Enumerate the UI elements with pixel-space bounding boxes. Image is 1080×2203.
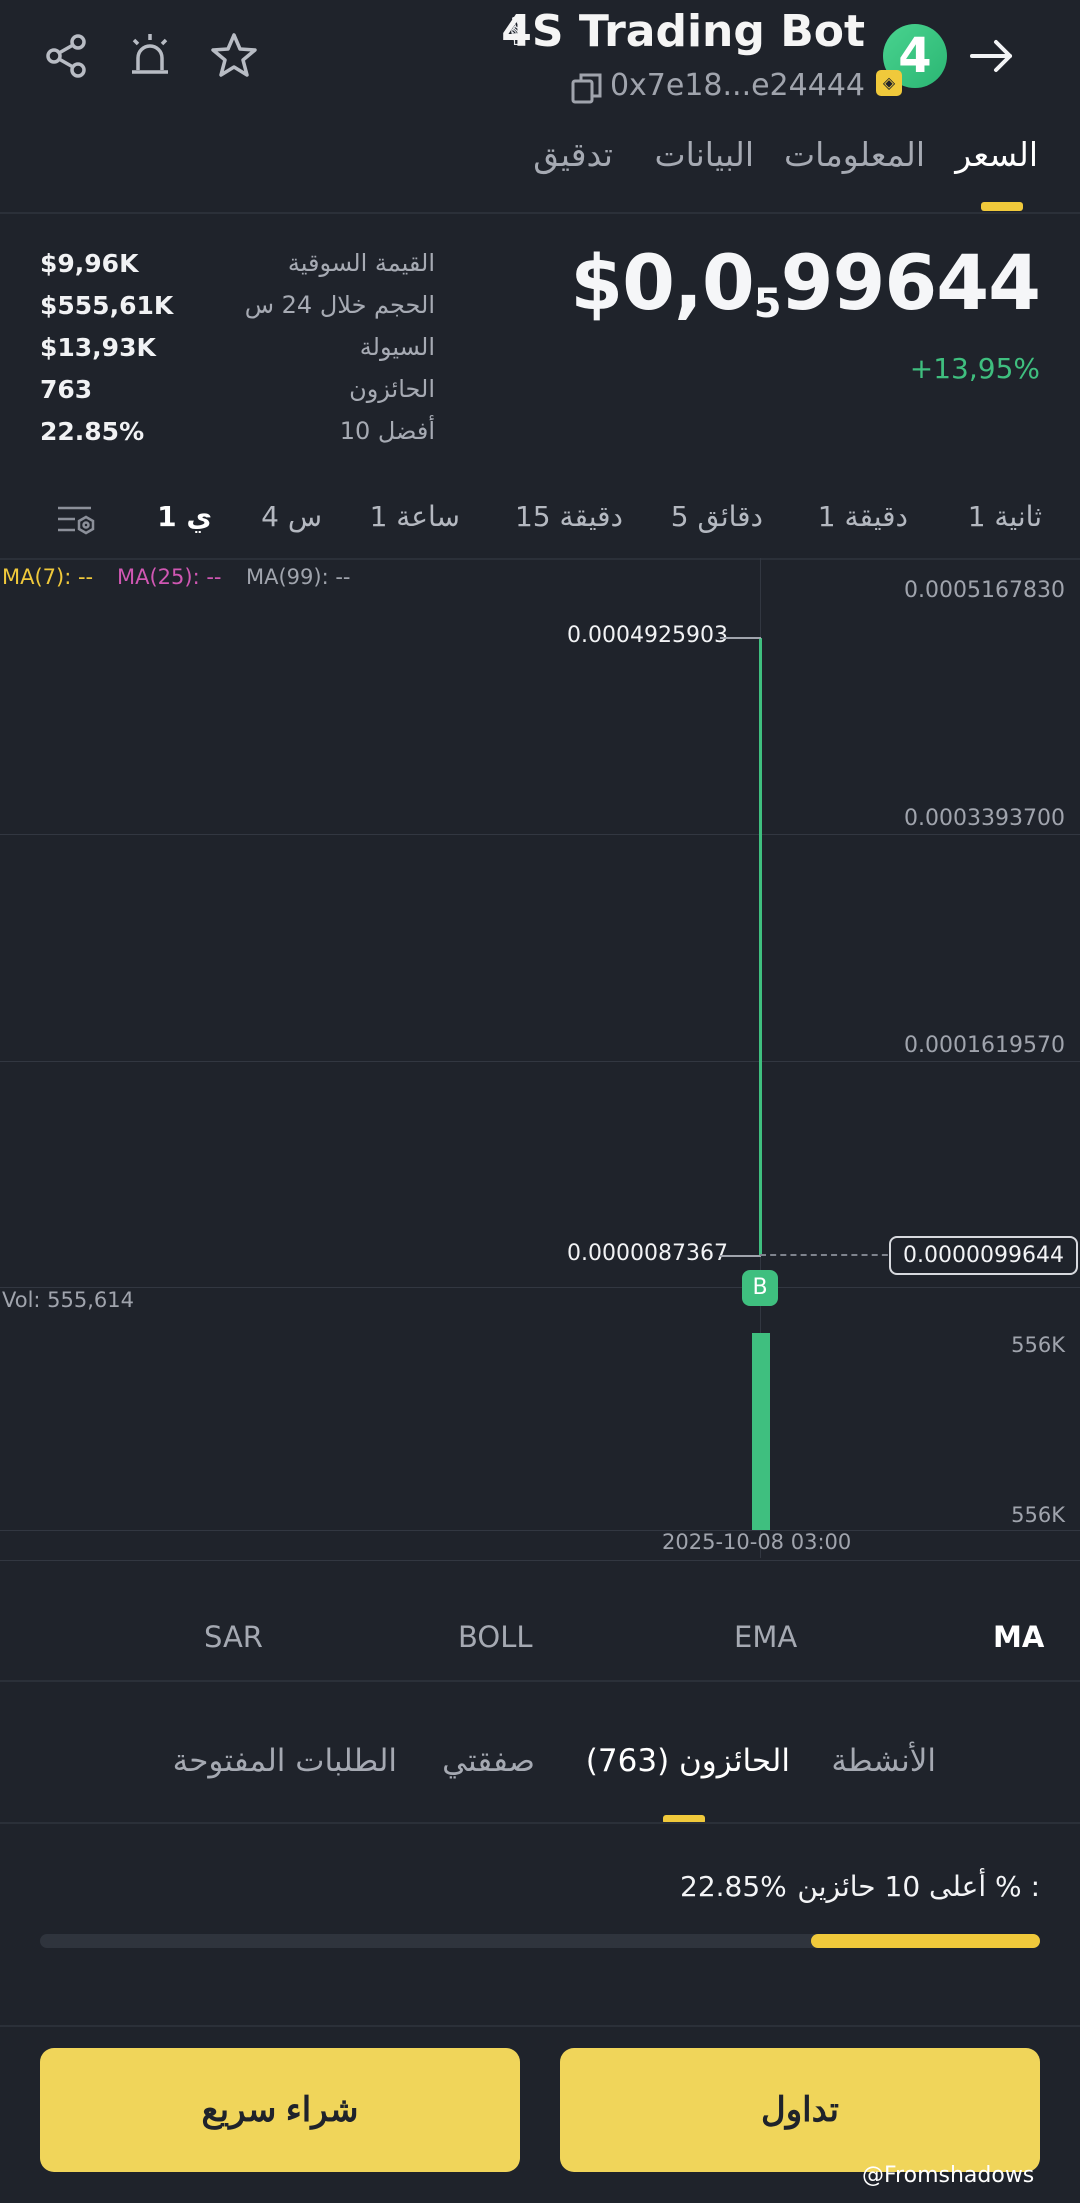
stat-value-top10: 22.85% bbox=[40, 417, 145, 446]
chart-gridline bbox=[0, 1530, 1080, 1531]
price-axis-tick: 0.0001619570 bbox=[904, 1033, 1065, 1058]
indicator-sar[interactable]: SAR bbox=[204, 1620, 263, 1654]
tab-holders[interactable]: الحائزون (763) bbox=[586, 1743, 790, 1779]
tab-my-trades[interactable]: صفقتي bbox=[442, 1743, 535, 1779]
high-leader-line bbox=[720, 637, 761, 639]
chart-gridline bbox=[0, 1287, 1080, 1288]
contract-address[interactable]: 0x7e18...e24444 bbox=[610, 68, 865, 103]
chain-badge-icon: ◈ bbox=[876, 70, 902, 96]
interval-1h[interactable]: 1 ساعة bbox=[370, 500, 460, 533]
tab-open-orders[interactable]: الطلبات المفتوحة bbox=[173, 1743, 397, 1779]
share-icon[interactable] bbox=[40, 30, 92, 82]
x-axis-date: 2025-10-08 03:00 bbox=[662, 1530, 852, 1554]
intervals-divider bbox=[0, 558, 1080, 560]
chart-gridline bbox=[0, 834, 1080, 835]
buy-marker[interactable]: B bbox=[742, 1270, 778, 1306]
stat-value-holders: 763 bbox=[40, 375, 93, 404]
tab-audit[interactable]: تدقيق bbox=[533, 135, 613, 174]
volume-axis-tick: 556K bbox=[1011, 1333, 1065, 1357]
tab-activities[interactable]: الأنشطة bbox=[831, 1743, 936, 1779]
interval-4h[interactable]: 4 س bbox=[261, 500, 322, 533]
price-axis-tick: 0.0005167830 bbox=[904, 578, 1065, 603]
stat-label-holders: الحائزون bbox=[349, 375, 435, 403]
chart-gridline bbox=[0, 1560, 1080, 1561]
stat-value-liquidity: $13,93K bbox=[40, 333, 156, 362]
ma25-legend: MA(25): -- bbox=[117, 565, 222, 589]
tab-data[interactable]: البيانات bbox=[655, 135, 755, 174]
tabs-divider bbox=[0, 212, 1080, 214]
candle-wick bbox=[759, 638, 762, 1256]
current-price-line bbox=[760, 1254, 898, 1256]
current-price-tag: 0.0000099644 bbox=[889, 1236, 1078, 1275]
indicator-boll[interactable]: BOLL bbox=[458, 1620, 533, 1654]
low-price-label: 0.0000087367 bbox=[567, 1241, 728, 1266]
top-holders-label: أعلى 10 حائزين % : bbox=[797, 1870, 1040, 1903]
top-holders-value: 22.85% bbox=[680, 1870, 787, 1903]
chart-gridline bbox=[0, 1061, 1080, 1062]
footer-divider bbox=[0, 2025, 1080, 2027]
bottom-tabs-divider bbox=[0, 1822, 1080, 1824]
stat-label-mcap: القيمة السوقية bbox=[287, 249, 435, 277]
interval-1m[interactable]: 1 دقيقة bbox=[818, 500, 908, 533]
stat-value-volume: $555,61K bbox=[40, 291, 174, 320]
price-axis-tick: 0.0003393700 bbox=[904, 806, 1065, 831]
high-price-label: 0.0004925903 bbox=[567, 623, 728, 648]
indicators-divider bbox=[0, 1680, 1080, 1682]
tab-price[interactable]: السعر bbox=[955, 135, 1038, 174]
watermark: @Fromshadows bbox=[862, 2163, 1035, 2188]
trade-button[interactable]: تداول bbox=[560, 2048, 1040, 2172]
star-icon[interactable] bbox=[208, 30, 260, 82]
copy-icon[interactable] bbox=[569, 70, 605, 106]
interval-15m[interactable]: 15 دقيقة bbox=[515, 500, 623, 533]
interval-5m[interactable]: 5 دقائق bbox=[671, 500, 763, 533]
chart-settings-icon[interactable] bbox=[55, 500, 97, 542]
indicator-ma[interactable]: MA bbox=[993, 1620, 1044, 1654]
stat-label-top10: أفضل 10 bbox=[339, 417, 435, 445]
volume-bar bbox=[752, 1333, 770, 1530]
stat-label-liquidity: السيولة bbox=[359, 333, 435, 361]
volume-axis-tick: 556K bbox=[1011, 1503, 1065, 1527]
arrow-right-icon[interactable] bbox=[964, 28, 1020, 84]
alert-icon[interactable] bbox=[124, 30, 176, 82]
interval-1s[interactable]: 1 ثانية bbox=[968, 500, 1042, 533]
low-leader-line bbox=[720, 1255, 761, 1257]
ma7-legend: MA(7): -- bbox=[2, 565, 94, 589]
token-title: 4S Trading Bot bbox=[501, 6, 865, 57]
ma99-legend: MA(99): -- bbox=[246, 565, 351, 589]
tab-price-underline bbox=[981, 202, 1023, 211]
price-change: +13,95% bbox=[909, 352, 1040, 385]
indicator-ema[interactable]: EMA bbox=[734, 1620, 797, 1654]
quick-buy-button[interactable]: شراء سريع bbox=[40, 2048, 520, 2172]
top-holders-progress-fill bbox=[811, 1934, 1040, 1948]
tab-info[interactable]: المعلومات bbox=[784, 135, 925, 174]
volume-label: Vol: 555,614 bbox=[2, 1288, 135, 1312]
stat-value-mcap: $9,96K bbox=[40, 249, 139, 278]
interval-1d[interactable]: 1 ي bbox=[157, 500, 212, 533]
stat-label-volume: الحجم خلال 24 س bbox=[244, 291, 435, 319]
current-price: $0,0599644 bbox=[570, 238, 1041, 327]
